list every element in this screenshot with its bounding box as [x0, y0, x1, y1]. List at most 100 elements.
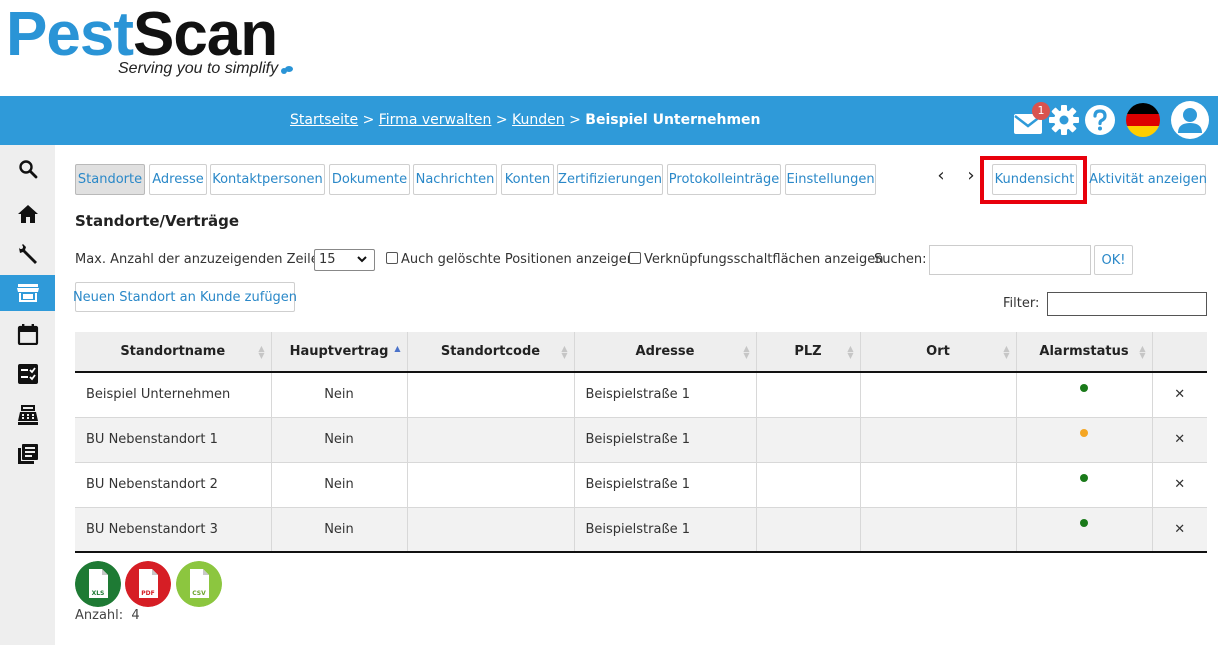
capsule-icon — [281, 66, 294, 74]
checklist-icon — [17, 364, 38, 384]
show-deleted-label: Auch gelöschte Positionen anzeigen — [401, 252, 635, 267]
sidebar-item-locations[interactable] — [0, 275, 55, 311]
tab-label: Adresse — [152, 172, 204, 187]
breadcrumb-firma-verwalten[interactable]: Firma verwalten — [379, 112, 492, 128]
mail-button[interactable]: 1 — [1012, 102, 1050, 140]
show-link-buttons-option[interactable]: Verknüpfungsschaltflächen anzeigen — [629, 252, 883, 267]
location-name-link[interactable]: BU Nebenstandort 3 — [75, 507, 272, 553]
logo-tagline: Serving you to simplify — [118, 60, 294, 78]
sort-asc-icon: ▲▼ — [394, 344, 401, 353]
hauptvertrag-cell: Nein — [271, 372, 408, 418]
aktivitaet-anzeigen-button[interactable]: Aktivität anzeigen — [1089, 164, 1207, 195]
column-header-hauptvertrag[interactable]: Hauptvertrag ▲▼ — [271, 332, 408, 373]
kundensicht-label: Kundensicht — [994, 172, 1075, 187]
max-rows-select[interactable]: 15 — [314, 249, 375, 271]
column-header-ort[interactable]: Ort ▲ ▼ — [860, 332, 1017, 373]
user-avatar-icon[interactable] — [1170, 100, 1210, 140]
add-location-button[interactable]: Neuen Standort an Kunde zufügen — [73, 282, 297, 312]
column-header-standortcode[interactable]: Standortcode ▲ ▼ — [407, 332, 575, 373]
location-name-link[interactable]: Beispiel Unternehmen — [75, 372, 272, 418]
breadcrumb-current: Beispiel Unternehmen — [585, 112, 761, 128]
column-header-adresse[interactable]: Adresse ▲ ▼ — [574, 332, 757, 373]
delete-button[interactable]: ✕ — [1152, 372, 1207, 418]
location-name-link[interactable]: BU Nebenstandort 1 — [75, 417, 272, 463]
count-value: 4 — [131, 608, 140, 623]
export-csv-button[interactable]: CSV — [176, 561, 222, 607]
tab-label: Zertifizierungen — [558, 172, 662, 187]
breadcrumb-startseite[interactable]: Startseite — [290, 112, 358, 128]
filter-label: Filter: — [1003, 296, 1040, 311]
sidebar-item-documents[interactable] — [0, 436, 55, 472]
sort-icon: ▲ ▼ — [847, 344, 854, 360]
tab-protokolleintraege[interactable]: Protokolleinträge — [667, 164, 781, 195]
column-header-plz[interactable]: PLZ ▲ ▼ — [756, 332, 861, 373]
filter-input[interactable] — [1047, 292, 1207, 316]
gear-icon[interactable] — [1048, 104, 1080, 136]
show-deleted-checkbox[interactable] — [386, 252, 398, 264]
mail-badge-count: 1 — [1037, 104, 1045, 117]
help-icon[interactable] — [1084, 104, 1116, 136]
count-label: Anzahl: — [75, 608, 124, 623]
close-icon: ✕ — [1174, 432, 1186, 447]
column-label: Standortcode — [440, 344, 541, 359]
search-input[interactable] — [929, 245, 1091, 275]
sidebar-item-tools[interactable] — [0, 236, 55, 272]
sidebar-item-tasks[interactable] — [0, 356, 55, 392]
xls-label: XLS — [92, 590, 105, 597]
breadcrumb: Startseite > Firma verwalten > Kunden > … — [290, 112, 761, 128]
column-header-actions — [1152, 332, 1207, 373]
tabs-prev-button[interactable]: ‹ — [933, 165, 949, 186]
show-link-buttons-label: Verknüpfungsschaltflächen anzeigen — [644, 252, 884, 267]
tab-adresse[interactable]: Adresse — [149, 164, 207, 195]
search-label: Suchen: — [874, 252, 927, 267]
close-icon: ✕ — [1174, 521, 1186, 537]
export-xls-button[interactable]: XLS — [75, 561, 121, 607]
cash-register-icon — [17, 405, 38, 425]
tab-einstellungen[interactable]: Einstellungen — [785, 164, 876, 195]
chevron-down-icon — [357, 256, 367, 263]
tab-kontaktpersonen[interactable]: Kontaktpersonen — [210, 164, 325, 195]
kundensicht-button[interactable]: Kundensicht — [992, 164, 1077, 195]
sidebar-item-search[interactable] — [0, 151, 55, 187]
tab-nachrichten[interactable]: Nachrichten — [413, 164, 497, 195]
sidebar-item-calendar[interactable] — [0, 316, 55, 352]
sidebar-item-home[interactable] — [0, 196, 55, 232]
delete-button[interactable]: ✕ — [1152, 507, 1207, 553]
hauptvertrag-cell: Nein — [271, 507, 408, 553]
show-link-buttons-checkbox[interactable] — [629, 252, 641, 264]
sidebar-item-billing[interactable] — [0, 397, 55, 433]
tab-konten[interactable]: Konten — [501, 164, 554, 195]
pestscan-logo: PestScan Serving you to simplify — [6, 4, 306, 92]
location-name-link[interactable]: BU Nebenstandort 2 — [75, 462, 272, 508]
breadcrumb-separator: > — [495, 112, 508, 128]
chevron-left-icon: ‹ — [937, 165, 945, 186]
sort-icon: ▲ ▼ — [561, 344, 568, 360]
tab-label: Einstellungen — [786, 172, 875, 187]
tab-dokumente[interactable]: Dokumente — [329, 164, 410, 195]
standortcode-cell — [407, 462, 575, 508]
aktivitaet-label: Aktivität anzeigen — [1089, 172, 1207, 187]
tab-zertifizierungen[interactable]: Zertifizierungen — [557, 164, 663, 195]
sort-icon: ▲ ▼ — [1139, 344, 1146, 360]
breadcrumb-kunden[interactable]: Kunden — [512, 112, 565, 128]
show-deleted-option[interactable]: Auch gelöschte Positionen anzeigen — [386, 252, 635, 267]
export-pdf-button[interactable]: PDF — [125, 561, 171, 607]
logo-tagline-text: Serving you to simplify — [118, 60, 279, 77]
plz-cell — [756, 507, 861, 553]
alarm-status-green-dot — [1080, 518, 1088, 527]
tabs-next-button[interactable]: › — [963, 165, 979, 186]
tab-standorte[interactable]: Standorte — [75, 164, 145, 195]
alarm-status-cell — [1016, 462, 1153, 508]
column-header-alarmstatus[interactable]: Alarmstatus ▲ ▼ — [1016, 332, 1153, 373]
search-ok-button[interactable]: OK! — [1094, 245, 1133, 275]
pdf-label: PDF — [141, 590, 154, 597]
hauptvertrag-cell: Nein — [271, 417, 408, 463]
ort-cell — [860, 507, 1017, 553]
delete-button[interactable]: ✕ — [1152, 462, 1207, 508]
hauptvertrag-cell: Nein — [271, 462, 408, 508]
delete-button[interactable]: ✕ — [1152, 417, 1207, 463]
sort-icon: ▲ ▼ — [258, 344, 265, 360]
adresse-cell: Beispielstraße 1 — [574, 462, 757, 508]
column-header-standortname[interactable]: Standortname ▲ ▼ — [75, 332, 272, 373]
german-flag-icon[interactable] — [1125, 102, 1161, 138]
